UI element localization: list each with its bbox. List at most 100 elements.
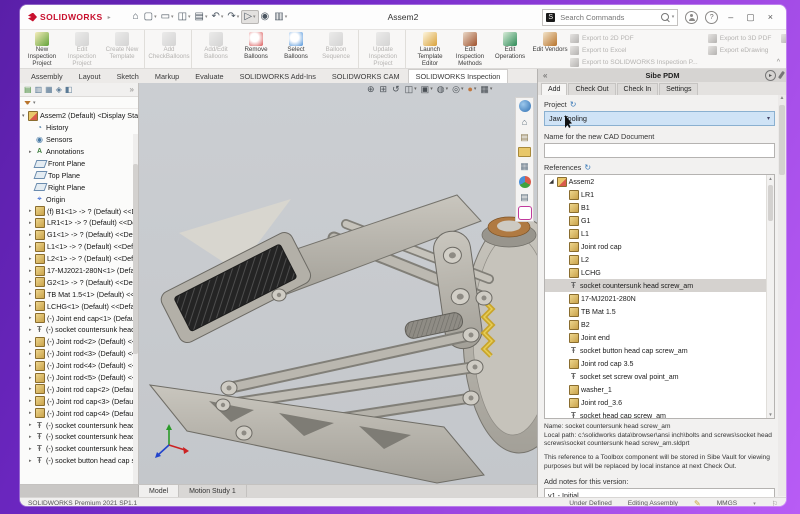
ribbon-button[interactable]: New Inspection Project	[22, 30, 62, 68]
tree-row[interactable]: ▸ (-) Joint rod cap<4> (Default) <<	[20, 407, 138, 419]
pdm-tab[interactable]: Check In	[617, 83, 659, 95]
tree-row[interactable]: ▸ G2<1> -> ? (Default) <<Default>_	[20, 276, 138, 288]
tree-row[interactable]: ▸ (-) socket countersunk head scre	[20, 324, 138, 336]
print-icon[interactable]: ▤ ▾	[193, 11, 210, 23]
commandmanager-tab[interactable]: SOLIDWORKS Inspection	[408, 69, 509, 83]
expand-tabs-icon[interactable]: »	[130, 85, 134, 94]
tree-row[interactable]: ▸ Front Plane	[20, 158, 138, 170]
tree-row[interactable]: ▸ G1<1> -> ? (Default) <<Default>_	[20, 229, 138, 241]
reference-row[interactable]: Joint rod_3.6	[545, 396, 774, 409]
home-icon[interactable]: ⌂	[518, 115, 531, 128]
tree-filter-row[interactable]: ▾	[20, 97, 138, 109]
export-button[interactable]: Export to SOLIDWORKS Inspection P...	[570, 58, 698, 67]
reference-row[interactable]: TB Mat 1.5	[545, 305, 774, 318]
reference-row[interactable]: socket set screw oval point_am	[545, 370, 774, 383]
maximize-button[interactable]: ▢	[743, 12, 758, 23]
tree-row[interactable]: ▸ (-) socket countersunk head scre	[20, 431, 138, 443]
tree-row[interactable]: ▸ Annotations	[20, 146, 138, 158]
redo-icon[interactable]: ↷ ▾	[225, 11, 241, 23]
tree-row[interactable]: ▸ (-) Joint rod cap<2> (Default) <<	[20, 383, 138, 395]
tree-row[interactable]: ▸ (-) Joint rod<3> (Default) <<Def	[20, 348, 138, 360]
apply-scene-icon[interactable]: ▦ ▾	[480, 85, 492, 94]
refresh-icon[interactable]: ↻	[584, 163, 591, 172]
undo-icon[interactable]: ↶ ▾	[210, 11, 226, 23]
minimize-button[interactable]: –	[725, 12, 736, 22]
tree-row[interactable]: ▸ (f) B1<1> -> ? (Default) <<Defaul	[20, 205, 138, 217]
appearances-icon[interactable]	[519, 176, 531, 188]
edit-appearance-icon[interactable]: ● ▾	[467, 85, 476, 94]
new-document-icon[interactable]: ▢ ▾	[142, 11, 159, 23]
reference-row[interactable]: Joint end	[545, 331, 774, 344]
search-input[interactable]	[558, 12, 657, 23]
commandmanager-tab[interactable]: Evaluate	[187, 69, 231, 83]
version-notes-input[interactable]	[545, 489, 774, 497]
tree-row[interactable]: ▸ LR1<1> -> ? (Default) <<Default>_	[20, 217, 138, 229]
ribbon-button[interactable]: Edit Operations	[490, 30, 530, 68]
reference-row[interactable]: LCHG	[545, 266, 774, 279]
tree-root-row[interactable]: ▾ Assem2 (Default) <Display State-1>	[20, 110, 138, 122]
sibe-pdm-icon[interactable]	[519, 207, 531, 219]
tree-row[interactable]: ▸ (-) Joint end cap<1> (Default) <<	[20, 312, 138, 324]
ribbon-button[interactable]: Launch Template Editor	[410, 30, 450, 68]
panel-collapse-icon[interactable]: «	[543, 71, 547, 80]
reference-row[interactable]: washer_1	[545, 383, 774, 396]
reference-row[interactable]: socket head cap screw_am	[545, 409, 774, 419]
featuremanager-tree-icon[interactable]: ▤	[24, 85, 32, 94]
tree-scrollbar[interactable]	[133, 134, 138, 484]
ribbon-button[interactable]: Balloon Sequence	[316, 30, 359, 68]
hide-show-items-icon[interactable]: ◎ ▾	[452, 85, 463, 94]
export-button[interactable]: Export to 2D PDF	[570, 34, 698, 43]
section-view-icon[interactable]: ◫ ▾	[405, 85, 417, 94]
scrollbar-thumb[interactable]	[768, 185, 773, 221]
save-icon[interactable]: ◫ ▾	[176, 11, 193, 23]
propertymanager-tab-icon[interactable]: ▥	[35, 85, 43, 94]
units-selector[interactable]: MMGS	[717, 500, 738, 506]
scroll-down-icon[interactable]: ▼	[768, 412, 772, 417]
ribbon-button[interactable]: Add CheckBalloons	[149, 30, 192, 68]
pdm-tab[interactable]: Add	[541, 83, 567, 95]
tree-row[interactable]: ▸ (-) socket countersunk head scre	[20, 443, 138, 455]
tree-row[interactable]: ▸ LCHG<1> (Default) <<Default>_	[20, 300, 138, 312]
commandmanager-tab[interactable]: Layout	[71, 69, 109, 83]
display-style-icon[interactable]: ◍ ▾	[437, 85, 448, 94]
pdm-tab[interactable]: Check Out	[568, 83, 615, 95]
gripper-3d-model[interactable]	[139, 83, 537, 484]
ribbon-button[interactable]: Add/Edit Balloons	[196, 30, 236, 68]
scrollbar-thumb[interactable]	[779, 105, 785, 175]
file-explorer-icon[interactable]	[518, 147, 531, 157]
tree-row[interactable]: ▸ (-) socket countersunk head scre	[20, 419, 138, 431]
view-orientation-icon[interactable]: ▣ ▾	[421, 85, 433, 94]
close-button[interactable]: ×	[765, 12, 776, 22]
reference-row[interactable]: L2	[545, 253, 774, 266]
pin-icon[interactable]	[778, 71, 785, 79]
search-commands-box[interactable]: S ▾	[542, 9, 678, 26]
retracted-button[interactable]: Retracted	[781, 34, 786, 43]
ribbon-button[interactable]: Edit Inspection Methods	[450, 30, 490, 68]
configurationmanager-tab-icon[interactable]: ▦	[45, 85, 53, 94]
tree-row[interactable]: ▸ (-) Joint rod<4> (Default) <<Def	[20, 360, 138, 372]
reference-row[interactable]: socket countersunk head screw_am	[545, 279, 774, 292]
displaymanager-tab-icon[interactable]: ◧	[65, 85, 73, 94]
commandmanager-tab[interactable]: Sketch	[109, 69, 147, 83]
tag-icon[interactable]: ⚐	[772, 500, 778, 507]
ribbon-button[interactable]: Remove Balloons	[236, 30, 276, 68]
help-icon[interactable]: ?	[705, 11, 718, 24]
project-select[interactable]: Jaw Tooling ▾	[544, 111, 775, 126]
refresh-icon[interactable]: ↻	[570, 100, 577, 109]
tree-row[interactable]: ▸ Right Plane	[20, 181, 138, 193]
ribbon-button[interactable]: Create New Template	[102, 30, 145, 68]
tree-row[interactable]: ▸ (-) socket button head cap screw	[20, 455, 138, 467]
document-tab[interactable]: Model	[139, 485, 179, 497]
commandmanager-tab[interactable]: Markup	[147, 69, 187, 83]
document-name-input[interactable]	[545, 144, 774, 157]
tree-row[interactable]: ▸ Top Plane	[20, 169, 138, 181]
open-icon[interactable]: ▭ ▾	[159, 11, 176, 23]
view-palette-icon[interactable]: ▦	[518, 160, 531, 173]
sphere-icon[interactable]: ◉	[259, 11, 273, 23]
tree-row[interactable]: ▸ (-) Joint rod<2> (Default) <<Def	[20, 336, 138, 348]
tree-row[interactable]: ▸ TB Mat 1.5<1> (Default) <<Defau	[20, 288, 138, 300]
expander-icon[interactable]: ◢	[549, 178, 554, 185]
tree-row[interactable]: ▸ L1<1> -> ? (Default) <<Default>_	[20, 241, 138, 253]
reference-root-row[interactable]: ◢ Assem2	[545, 175, 774, 188]
select-tool-icon[interactable]: ▷ ▾	[241, 10, 258, 24]
